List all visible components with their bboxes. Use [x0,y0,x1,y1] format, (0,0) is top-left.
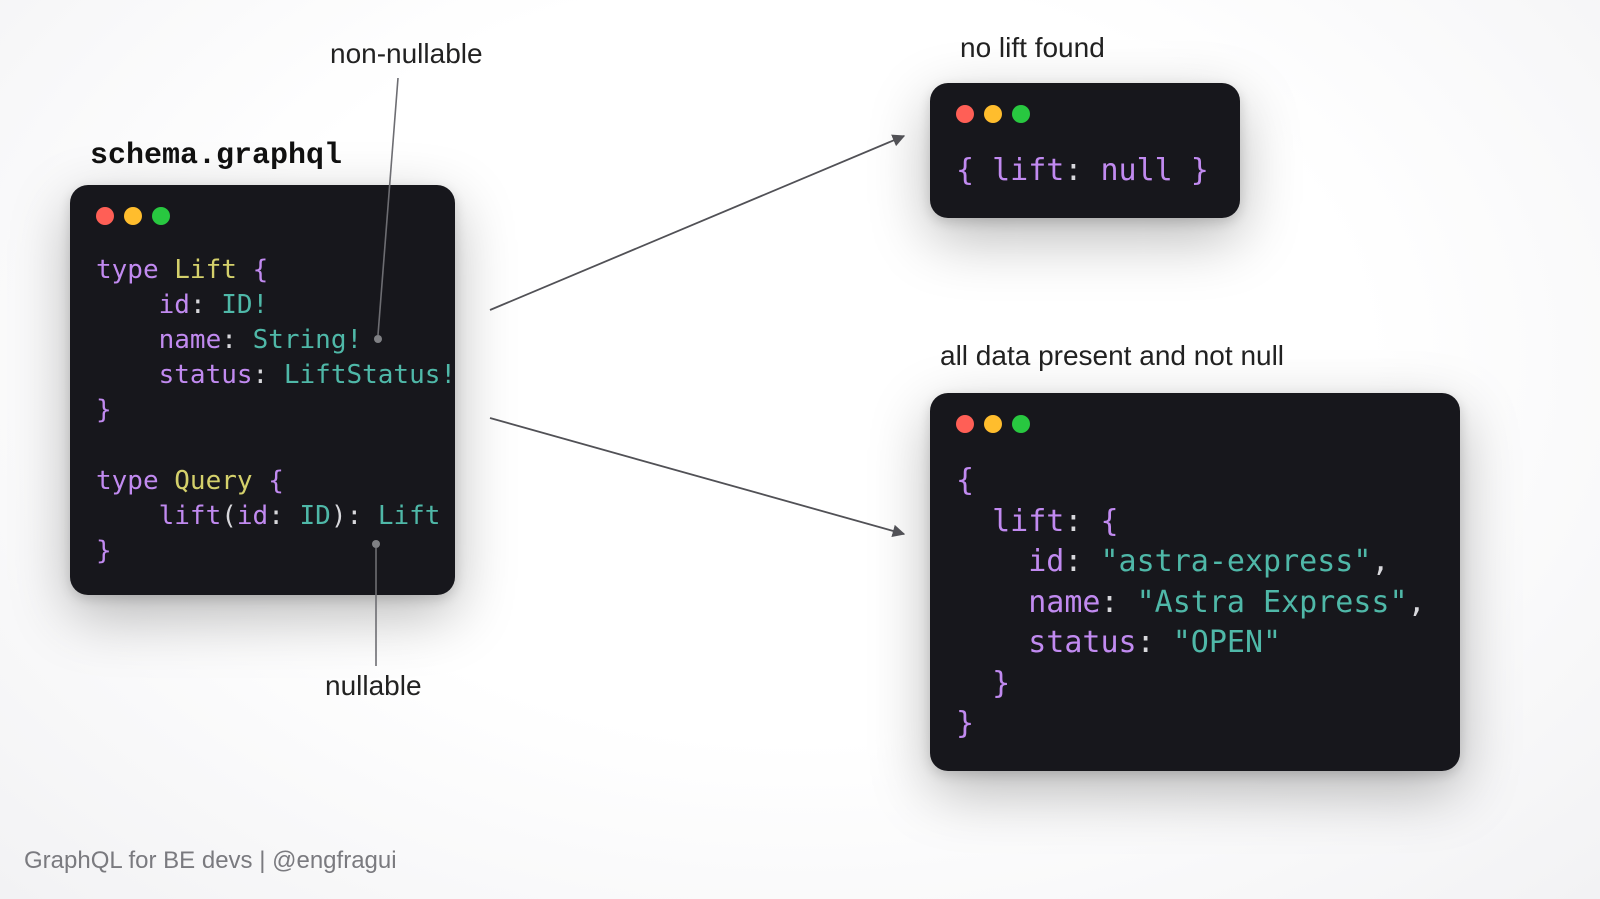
window-dot-yellow-icon [124,207,142,225]
window-dot-green-icon [152,207,170,225]
window-dot-green-icon [1012,415,1030,433]
window-dot-green-icon [1012,105,1030,123]
all-data-present-label: all data present and not null [940,340,1284,372]
window-dot-red-icon [96,207,114,225]
response-data-code: { lift: { id: "astra-express", name: "As… [956,461,1434,745]
window-dot-red-icon [956,415,974,433]
window-dots [956,415,1434,433]
schema-window: type Lift { id: ID! name: String! status… [70,185,455,595]
schema-code: type Lift { id: ID! name: String! status… [96,253,429,569]
schema-file-label: schema.graphql [90,139,342,173]
window-dot-yellow-icon [984,415,1002,433]
window-dot-yellow-icon [984,105,1002,123]
nullable-label: nullable [325,670,422,702]
no-lift-found-label: no lift found [960,32,1105,64]
slide-footer: GraphQL for BE devs | @engfragui [24,847,397,875]
non-nullable-anchor-dot-icon [374,335,382,343]
response-null-code: { lift: null } [956,151,1214,192]
non-nullable-label: non-nullable [330,38,483,70]
window-dots [956,105,1214,123]
response-null-window: { lift: null } [930,83,1240,218]
window-dots [96,207,429,225]
nullable-anchor-dot-icon [372,540,380,548]
window-dot-red-icon [956,105,974,123]
response-data-window: { lift: { id: "astra-express", name: "As… [930,393,1460,771]
